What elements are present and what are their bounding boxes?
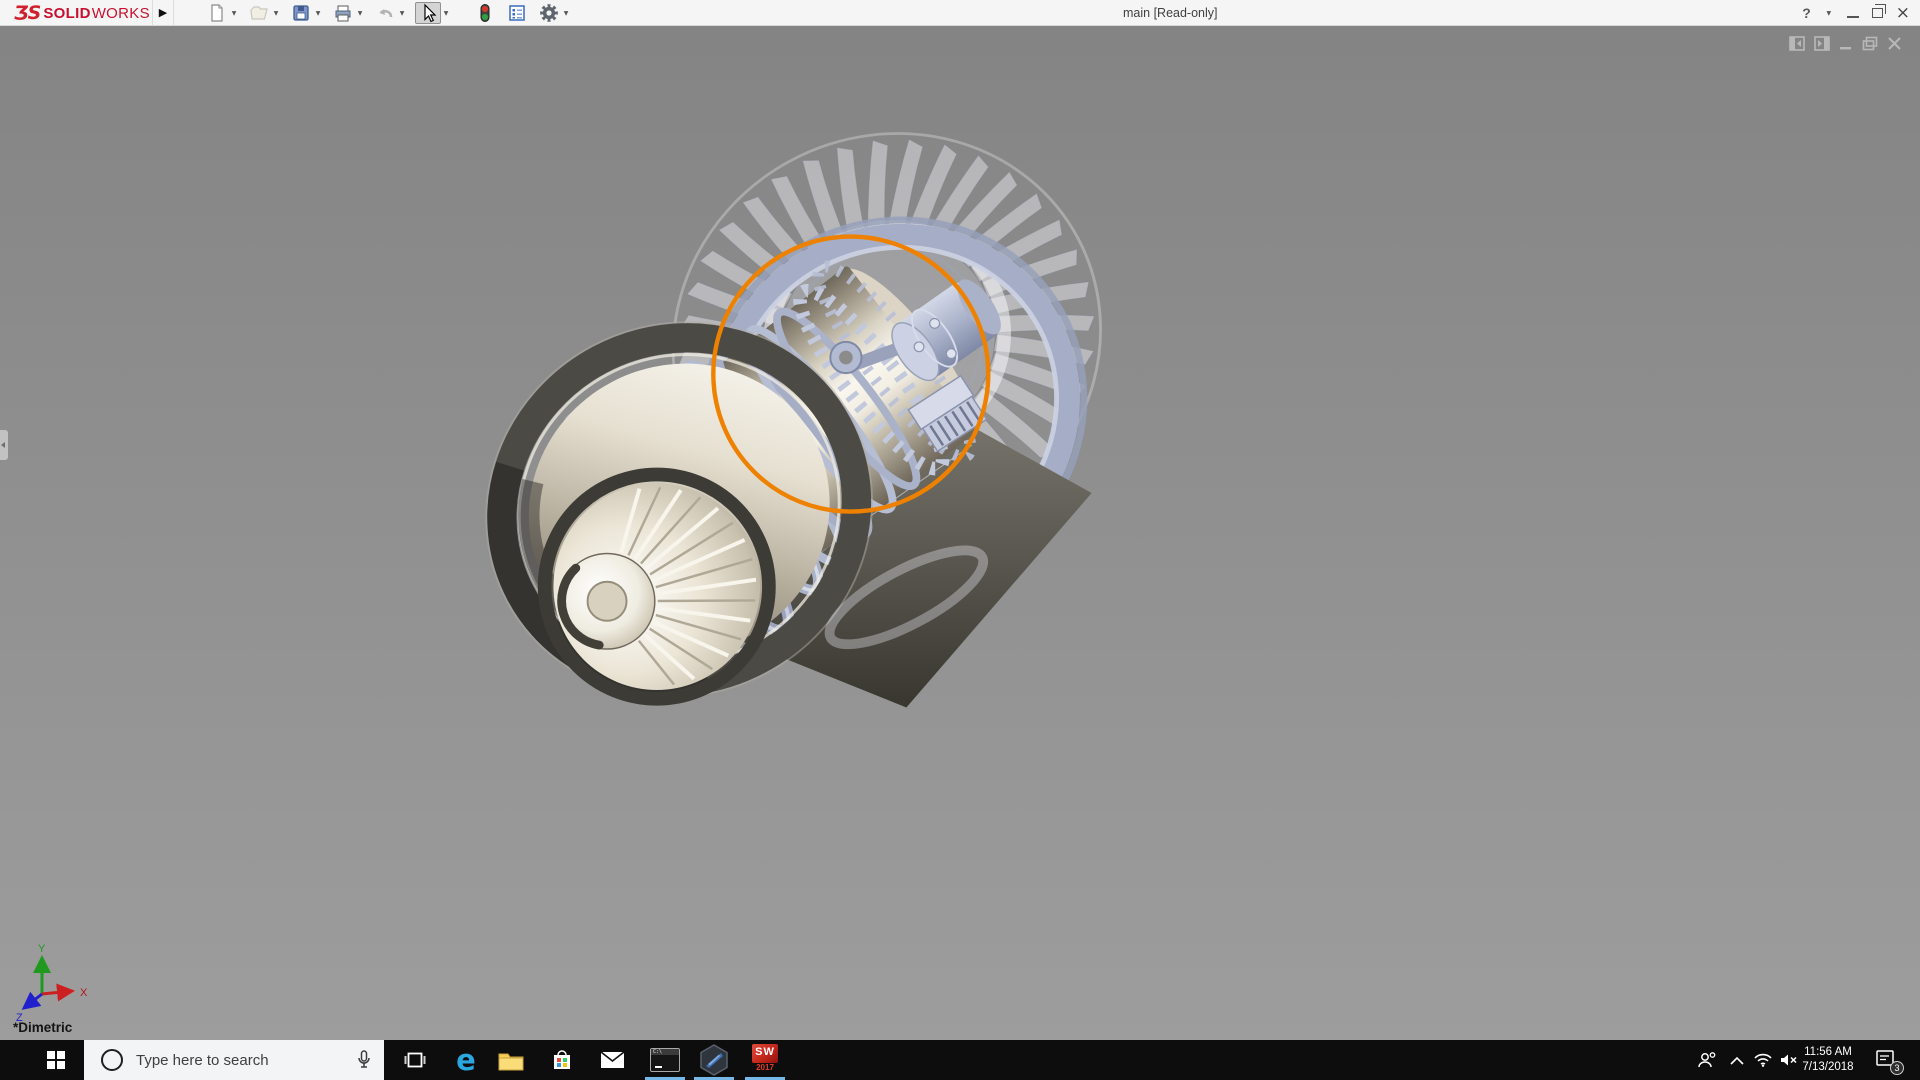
select-tool-button-active[interactable] — [415, 2, 441, 24]
chevron-up-icon — [1730, 1056, 1744, 1065]
open-dropdown-caret[interactable]: ▼ — [271, 10, 281, 17]
doc-close-icon[interactable] — [1887, 36, 1902, 51]
tray-time: 11:56 AM — [1797, 1045, 1859, 1060]
solidworks-2017-button[interactable]: SW 2017 — [742, 1040, 788, 1080]
start-button[interactable] — [0, 1040, 84, 1080]
people-icon — [1697, 1051, 1717, 1069]
network-button[interactable] — [1750, 1040, 1776, 1080]
task-view-icon — [404, 1050, 426, 1070]
window-controls: ? ▼ × — [1802, 0, 1910, 26]
solidworks-2017-icon: SW 2017 — [748, 1043, 782, 1077]
search-input[interactable] — [136, 1040, 346, 1080]
command-prompt-button[interactable]: C:\ — [642, 1040, 688, 1080]
select-arrow-icon — [418, 3, 438, 23]
triad-x-label: X — [80, 987, 88, 999]
file-explorer-icon — [498, 1050, 524, 1071]
notification-badge: 3 — [1890, 1061, 1904, 1075]
graphics-area[interactable]: Y X Z *Dimetric — [0, 26, 1920, 1040]
minimize-button[interactable] — [1847, 16, 1859, 18]
print-icon[interactable] — [331, 2, 355, 24]
settings-gear-icon[interactable] — [537, 2, 561, 24]
window-title: main [Read-only] — [1123, 6, 1218, 20]
file-explorer-button[interactable] — [488, 1040, 534, 1080]
wifi-icon — [1754, 1053, 1772, 1067]
brand-name-light: WORKS — [92, 5, 150, 22]
flyout-arrow-icon: ▶ — [159, 6, 167, 19]
solidworks-logo: ƷS SOLIDWORKS — [14, 2, 150, 24]
mail-icon — [600, 1051, 625, 1069]
action-center-button[interactable]: 3 — [1872, 1040, 1906, 1080]
new-document-icon[interactable] — [205, 2, 229, 24]
tray-overflow-button[interactable] — [1724, 1040, 1750, 1080]
taskbar-search[interactable] — [84, 1040, 384, 1080]
cad-viewer-button[interactable] — [691, 1040, 737, 1080]
brand-name-bold: SOLID — [43, 5, 90, 22]
close-button[interactable]: × — [1896, 5, 1910, 21]
undo-icon[interactable] — [373, 2, 397, 24]
help-dropdown-caret[interactable]: ▼ — [1824, 10, 1834, 17]
orientation-triad: Y X Z — [10, 938, 102, 1030]
doc-minimize-icon[interactable] — [1839, 36, 1853, 51]
tray-clock[interactable]: 11:56 AM 7/13/2018 — [1797, 1045, 1859, 1075]
people-button[interactable] — [1692, 1040, 1722, 1080]
menu-expand-button[interactable]: ▶ — [152, 0, 174, 25]
save-dropdown-caret[interactable]: ▼ — [313, 10, 323, 17]
task-pane-list-icon[interactable] — [505, 2, 529, 24]
store-icon — [551, 1049, 573, 1071]
tray-date: 7/13/2018 — [1797, 1060, 1859, 1075]
task-view-button[interactable] — [392, 1040, 438, 1080]
print-dropdown-caret[interactable]: ▼ — [355, 10, 365, 17]
edge-icon: e — [456, 1046, 476, 1074]
save-icon[interactable] — [289, 2, 313, 24]
3d-model — [0, 26, 1920, 1040]
titlebar: ƷS SOLIDWORKS ▶ ▼ ▼ ▼ ▼ ▼ ▼ — [0, 0, 1920, 26]
view-orientation-label: *Dimetric — [13, 1020, 72, 1035]
pane-left-icon[interactable] — [1789, 36, 1805, 51]
triad-y-label: Y — [38, 943, 46, 955]
open-document-icon[interactable] — [247, 2, 271, 24]
document-window-controls — [1789, 36, 1902, 51]
select-dropdown-caret[interactable]: ▼ — [441, 10, 451, 17]
settings-dropdown-caret[interactable]: ▼ — [561, 10, 571, 17]
rebuild-traffic-light-icon[interactable] — [473, 2, 497, 24]
ds-logo-mark: ƷS — [14, 2, 40, 24]
doc-restore-icon[interactable] — [1862, 36, 1878, 51]
windows-logo-icon — [47, 1051, 65, 1069]
solidworks-window: ƷS SOLIDWORKS ▶ ▼ ▼ ▼ ▼ ▼ ▼ — [0, 0, 1920, 1080]
help-button[interactable]: ? — [1802, 5, 1811, 21]
quick-access-toolbar: ▼ ▼ ▼ ▼ ▼ ▼ ▼ — [205, 2, 571, 24]
pane-right-icon[interactable] — [1814, 36, 1830, 51]
store-button[interactable] — [539, 1040, 585, 1080]
new-dropdown-caret[interactable]: ▼ — [229, 10, 239, 17]
windows-taskbar: e C:\ SW 2017 — [0, 1040, 1920, 1080]
hexagon-app-icon — [699, 1044, 729, 1076]
restore-button[interactable] — [1872, 8, 1883, 18]
edge-button[interactable]: e — [443, 1040, 489, 1080]
mail-button[interactable] — [589, 1040, 635, 1080]
cortana-circle-icon — [101, 1049, 123, 1071]
speaker-muted-icon — [1780, 1053, 1798, 1067]
microphone-icon[interactable] — [356, 1050, 372, 1070]
undo-dropdown-caret[interactable]: ▼ — [397, 10, 407, 17]
command-prompt-icon: C:\ — [650, 1048, 680, 1072]
panel-collapse-tab[interactable] — [0, 430, 8, 460]
